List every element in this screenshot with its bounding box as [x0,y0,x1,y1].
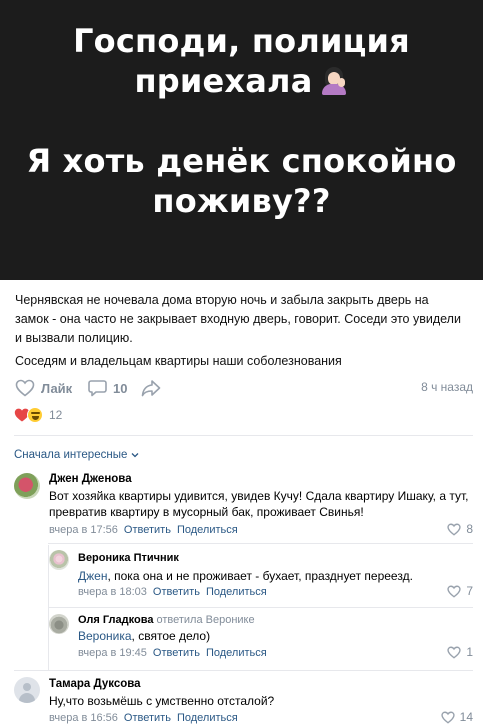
post-text-line-2: замок - она часто не закрывает входную д… [15,312,461,326]
post-text-line-1: Чернявская не ночевала дома вторую ночь … [15,293,429,307]
like-button[interactable]: Лайк [15,378,72,398]
comment-like-count: 14 [459,710,473,724]
share-arrow-icon [141,380,161,397]
comment-like-count: 7 [466,584,473,598]
post-image-caption-line-2: приехала [0,62,483,100]
comment-time[interactable]: вчера в 16:56 [49,712,118,724]
reactions-summary[interactable]: 12 [14,407,62,423]
reply-to-note[interactable]: ответила Веронике [156,614,254,626]
chevron-down-icon [131,453,139,458]
post-text-line-3: и вызвали полицию. [15,331,133,345]
comment-text-body: , пока она и не проживает - бухает, праз… [107,569,413,583]
reply-button[interactable]: Ответить [153,586,200,598]
comment-like-count: 1 [466,645,473,659]
comment-meta: вчера в 17:56 Ответить Поделиться [49,524,238,536]
divider [48,543,473,544]
comments-button[interactable]: 10 [88,378,127,398]
heart-outline-icon [440,711,455,724]
comment-text: Ну,что возьмёшь с умственно отсталой? [49,694,275,708]
comments-count: 10 [113,380,128,396]
divider [14,670,473,671]
comment-text-body: , святое дело) [131,629,211,643]
reply-button[interactable]: Ответить [124,712,171,724]
comment-text: Джен, пока она и не проживает - бухает, … [78,567,413,585]
post-time: 8 ч назад [421,380,473,394]
heart-outline-icon [447,585,461,598]
share-link[interactable]: Поделиться [177,524,238,536]
reactions-count: 12 [49,408,63,422]
comment-bubble-icon [88,380,107,397]
comment-time[interactable]: вчера в 17:56 [49,524,118,536]
share-link[interactable]: Поделиться [177,712,238,724]
comment-mention[interactable]: Вероника [78,629,132,643]
post-text-line-4: Соседям и владельцам квартиры наши собол… [15,354,342,368]
comment-author[interactable]: Тамара Дуксова [49,678,141,690]
laughing-face-reaction-icon [27,407,43,423]
heart-outline-icon [447,646,461,659]
post-image-caption-line-4: поживу?? [152,182,331,220]
comment-meta: вчера в 19:45 Ответить Поделиться [78,647,267,659]
comment-like-button[interactable]: 14 [440,710,473,724]
heart-outline-icon [447,523,461,536]
comment-meta: вчера в 18:03 Ответить Поделиться [78,586,267,598]
comment-author[interactable]: Оля Гладкова [78,614,153,626]
avatar[interactable] [14,677,40,703]
heart-outline-icon [15,379,35,397]
share-link[interactable]: Поделиться [206,647,267,659]
comment-mention[interactable]: Джен [78,569,107,583]
comment-meta: вчера в 16:56 Ответить Поделиться [49,712,238,724]
avatar[interactable] [49,614,69,634]
post-image-caption-line-3: Я хоть денёк спокойно [26,142,457,180]
comments-sort-label: Сначала интересные [14,449,128,461]
person-facepalming-emoji-icon [319,65,349,95]
comment-author[interactable]: Вероника Птичник [78,552,179,564]
reply-button[interactable]: Ответить [153,647,200,659]
post-image[interactable]: Господи, полиция приехала Я хоть денёк с… [0,0,483,280]
comment-text: Вероника, святое дело) [78,627,210,645]
divider [14,435,473,436]
comment-like-button[interactable]: 8 [447,522,473,536]
divider [48,607,473,608]
comment-author[interactable]: Джен Дженова [49,473,132,485]
comment-time[interactable]: вчера в 19:45 [78,647,147,659]
share-link[interactable]: Поделиться [206,586,267,598]
like-label: Лайк [41,380,73,396]
comments-sort-dropdown[interactable]: Сначала интересные [14,449,139,461]
comment-time[interactable]: вчера в 18:03 [78,586,147,598]
comment-text-line-2: превратив квартиру в мусорный бак, прожи… [49,505,364,519]
avatar[interactable] [14,473,40,499]
post-image-caption-line-2-text: приехала [134,62,313,100]
avatar[interactable] [49,550,69,570]
comment-like-count: 8 [466,522,473,536]
comment-author-line: Оля Гладкова ответила Веронике [78,614,255,626]
post-image-caption-line-1: Господи, полиция [73,22,410,60]
comment-like-button[interactable]: 7 [447,584,473,598]
share-button[interactable] [141,378,161,398]
comment-like-button[interactable]: 1 [447,645,473,659]
reply-button[interactable]: Ответить [124,524,171,536]
